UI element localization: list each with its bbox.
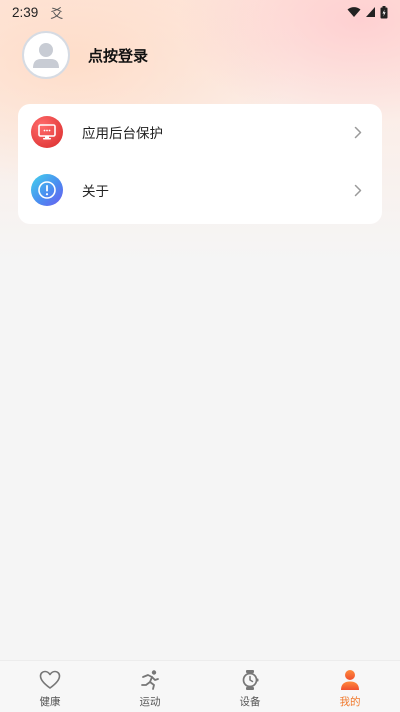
chevron-right-icon	[354, 184, 362, 196]
tab-device[interactable]: 设备	[200, 661, 300, 712]
tab-label: 运动	[139, 696, 161, 708]
status-bar: 2:39 爻	[0, 0, 400, 24]
tab-label: 健康	[39, 696, 61, 708]
heart-icon	[39, 669, 61, 691]
watch-icon	[239, 669, 261, 691]
menu-item-label: 应用后台保护	[82, 126, 163, 142]
user-avatar-icon[interactable]	[22, 31, 70, 79]
notification-icon: 爻	[50, 6, 64, 22]
menu-item-about[interactable]: 关于	[18, 162, 382, 218]
signal-icon	[366, 7, 375, 17]
tab-sport[interactable]: 运动	[100, 661, 200, 712]
menu-item-label: 关于	[82, 184, 109, 200]
status-icons	[347, 5, 388, 19]
login-profile[interactable]: 点按登录	[22, 31, 148, 79]
person-icon	[339, 669, 361, 691]
settings-card: 应用后台保护 关于	[18, 104, 382, 224]
info-icon	[31, 174, 63, 206]
battery-icon	[380, 5, 388, 18]
chevron-right-icon	[354, 126, 362, 138]
wifi-icon	[347, 7, 361, 17]
login-prompt[interactable]: 点按登录	[88, 45, 148, 66]
tab-mine[interactable]: 我的	[300, 661, 400, 712]
tab-health[interactable]: 健康	[0, 661, 100, 712]
status-time: 2:39	[12, 4, 39, 20]
tab-label: 设备	[239, 696, 261, 708]
bottom-tab-bar: 健康 运动 设备 我的	[0, 660, 400, 712]
tab-label: 我的	[339, 696, 361, 708]
monitor-icon	[31, 116, 63, 148]
runner-icon	[139, 669, 161, 691]
menu-item-background-protection[interactable]: 应用后台保护	[18, 104, 382, 160]
